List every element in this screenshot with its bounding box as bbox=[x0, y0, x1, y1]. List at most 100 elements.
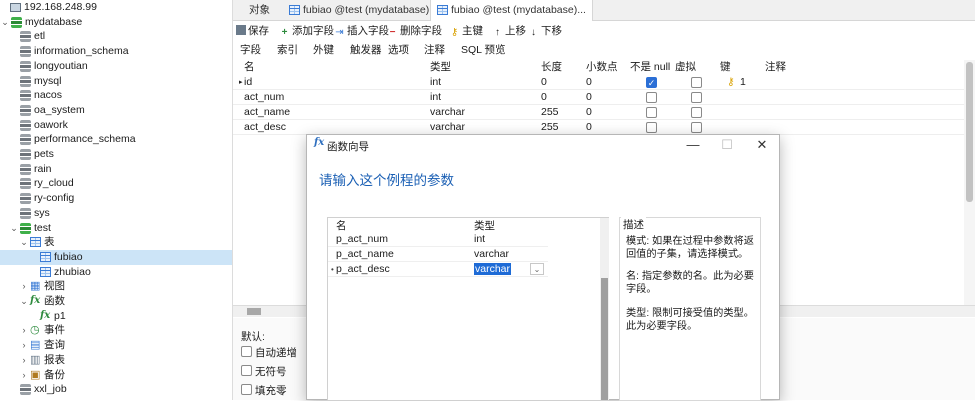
tab-fubiao-1[interactable]: fubiao @test (mydatabase)... bbox=[283, 0, 444, 21]
dialog-titlebar[interactable]: fx 函数向导 — ☐ ✕ bbox=[307, 135, 779, 155]
tree-item[interactable]: ry-config bbox=[0, 191, 232, 206]
param-type-editor[interactable]: varchar bbox=[474, 263, 512, 275]
tree-item[interactable]: pets bbox=[0, 147, 232, 162]
delete-field-button[interactable]: − 删除字段 bbox=[387, 24, 442, 39]
cell-type[interactable]: varchar bbox=[430, 105, 465, 120]
col-header-decimals[interactable]: 小数点 bbox=[586, 60, 618, 75]
close-button[interactable]: ✕ bbox=[750, 136, 774, 154]
tree-item[interactable]: oa_system bbox=[0, 103, 232, 118]
subtab-sql-preview[interactable]: SQL 预览 bbox=[461, 42, 506, 57]
tree-item[interactable]: sys bbox=[0, 206, 232, 221]
primary-key-button[interactable]: ⚷ 主键 bbox=[449, 24, 483, 39]
cell-decimals[interactable]: 0 bbox=[586, 105, 592, 120]
chevron-down-icon[interactable]: ⌄ bbox=[19, 294, 29, 309]
not-null-checkbox[interactable] bbox=[646, 92, 657, 103]
param-type[interactable]: int bbox=[474, 232, 485, 247]
tree-item[interactable]: › ◷ 事件 bbox=[0, 323, 232, 338]
subtab-comment[interactable]: 注释 bbox=[424, 42, 445, 57]
subtab-fields[interactable]: 字段 bbox=[240, 42, 261, 57]
scroll-thumb[interactable] bbox=[601, 278, 608, 400]
tree-item[interactable]: nacos bbox=[0, 88, 232, 103]
subtab-foreign-keys[interactable]: 外键 bbox=[313, 42, 334, 57]
tree-item[interactable]: fubiao bbox=[0, 249, 232, 265]
connection-tree[interactable]: 192.168.248.99 ⌄ mydatabase etl information_… bbox=[0, 0, 233, 400]
param-list-scrollbar[interactable] bbox=[600, 218, 609, 400]
chevron-down-icon[interactable]: ⌄ bbox=[0, 15, 10, 30]
unsigned-checkbox[interactable] bbox=[241, 365, 252, 376]
tree-item[interactable]: rain bbox=[0, 162, 232, 177]
chevron-right-icon[interactable]: › bbox=[19, 323, 29, 338]
zerofill-option[interactable]: 填充零 bbox=[241, 383, 287, 398]
cell-decimals[interactable]: 0 bbox=[586, 90, 592, 105]
tree-item[interactable]: ry_cloud bbox=[0, 176, 232, 191]
cell-type[interactable]: int bbox=[430, 75, 441, 90]
tree-item[interactable]: zhubiao bbox=[0, 265, 232, 280]
col-header-not-null[interactable]: 不是 null bbox=[630, 60, 670, 75]
move-up-button[interactable]: ↑ 上移 bbox=[492, 24, 526, 39]
param-row[interactable]: p_act_num int bbox=[328, 232, 548, 247]
col-header-type[interactable]: 类型 bbox=[430, 60, 451, 75]
tree-item[interactable]: › ▤ 查询 bbox=[0, 338, 232, 353]
param-name[interactable]: p_act_desc bbox=[336, 262, 390, 277]
table-row[interactable]: act_name varchar 255 0 bbox=[233, 105, 975, 120]
tree-item[interactable]: ⌄ mydatabase bbox=[0, 15, 232, 30]
chevron-right-icon[interactable]: › bbox=[19, 353, 29, 368]
col-header-virtual[interactable]: 虚拟 bbox=[675, 60, 696, 75]
cell-length[interactable]: 0 bbox=[541, 75, 547, 90]
chevron-right-icon[interactable]: › bbox=[19, 338, 29, 353]
chevron-right-icon[interactable]: › bbox=[19, 368, 29, 383]
param-row[interactable]: p_act_name varchar bbox=[328, 247, 548, 262]
grid-vertical-scrollbar[interactable] bbox=[964, 60, 975, 305]
move-down-button[interactable]: ↓ 下移 bbox=[528, 24, 562, 39]
col-header-name[interactable]: 名 bbox=[244, 60, 255, 75]
tree-item[interactable]: ⌄ fx 函数 bbox=[0, 294, 232, 309]
virtual-checkbox[interactable] bbox=[691, 122, 702, 133]
maximize-button[interactable]: ☐ bbox=[715, 136, 739, 154]
auto-increment-checkbox[interactable] bbox=[241, 346, 252, 357]
cell-length[interactable]: 255 bbox=[541, 105, 559, 120]
cell-name[interactable]: act_desc bbox=[244, 120, 286, 135]
not-null-checkbox[interactable] bbox=[646, 122, 657, 133]
auto-increment-option[interactable]: 自动递增 bbox=[241, 345, 297, 360]
insert-field-button[interactable]: ⇥ 插入字段 bbox=[334, 24, 389, 39]
cell-length[interactable]: 255 bbox=[541, 120, 559, 135]
chevron-down-icon[interactable]: ⌄ bbox=[19, 235, 29, 250]
cell-type[interactable]: varchar bbox=[430, 120, 465, 135]
subtab-indexes[interactable]: 索引 bbox=[277, 42, 298, 57]
type-dropdown-button[interactable]: ⌄ bbox=[530, 263, 544, 275]
cell-name[interactable]: act_num bbox=[244, 90, 284, 105]
add-field-button[interactable]: + 添加字段 bbox=[279, 24, 334, 39]
unsigned-option[interactable]: 无符号 bbox=[241, 364, 287, 379]
tree-item[interactable]: › ▥ 报表 bbox=[0, 353, 232, 368]
function-wizard-dialog[interactable]: fx 函数向导 — ☐ ✕ 请输入这个例程的参数 名 类型 p_act_num i… bbox=[306, 134, 780, 401]
save-button[interactable]: 保存 bbox=[236, 24, 269, 39]
cell-name[interactable]: id bbox=[244, 75, 252, 90]
tree-item[interactable]: longyoutian bbox=[0, 59, 232, 74]
table-row[interactable]: ▸ id int 0 0 ✓ ⚷ 1 bbox=[233, 75, 975, 90]
chevron-down-icon[interactable]: ⌄ bbox=[9, 221, 19, 236]
table-row[interactable]: act_num int 0 0 bbox=[233, 90, 975, 105]
chevron-right-icon[interactable]: › bbox=[19, 279, 29, 294]
scroll-thumb[interactable] bbox=[966, 62, 973, 202]
tree-item[interactable]: › ▣ 备份 bbox=[0, 368, 232, 383]
tree-item[interactable]: ⌄ 表 bbox=[0, 235, 232, 250]
virtual-checkbox[interactable] bbox=[691, 77, 702, 88]
param-name[interactable]: p_act_num bbox=[336, 232, 388, 247]
param-row[interactable]: • p_act_desc varchar ⌄ bbox=[328, 262, 548, 277]
not-null-checkbox[interactable] bbox=[646, 107, 657, 118]
not-null-checkbox[interactable]: ✓ bbox=[646, 77, 657, 88]
tree-item[interactable]: information_schema bbox=[0, 44, 232, 59]
param-name[interactable]: p_act_name bbox=[336, 247, 394, 262]
parameter-list[interactable]: 名 类型 p_act_num int p_act_name varchar • p_act… bbox=[327, 217, 609, 401]
tree-item[interactable]: › ▦ 视图 bbox=[0, 279, 232, 294]
virtual-checkbox[interactable] bbox=[691, 92, 702, 103]
tree-item[interactable]: performance_schema bbox=[0, 132, 232, 147]
subtab-options[interactable]: 选项 bbox=[388, 42, 409, 57]
virtual-checkbox[interactable] bbox=[691, 107, 702, 118]
tab-objects[interactable]: 对象 bbox=[243, 0, 276, 21]
scroll-thumb[interactable] bbox=[247, 308, 261, 315]
cell-name[interactable]: act_name bbox=[244, 105, 290, 120]
tree-item[interactable]: ⌄ test bbox=[0, 221, 232, 236]
server-node[interactable]: 192.168.248.99 bbox=[0, 0, 232, 15]
col-header-comment[interactable]: 注释 bbox=[765, 60, 786, 75]
